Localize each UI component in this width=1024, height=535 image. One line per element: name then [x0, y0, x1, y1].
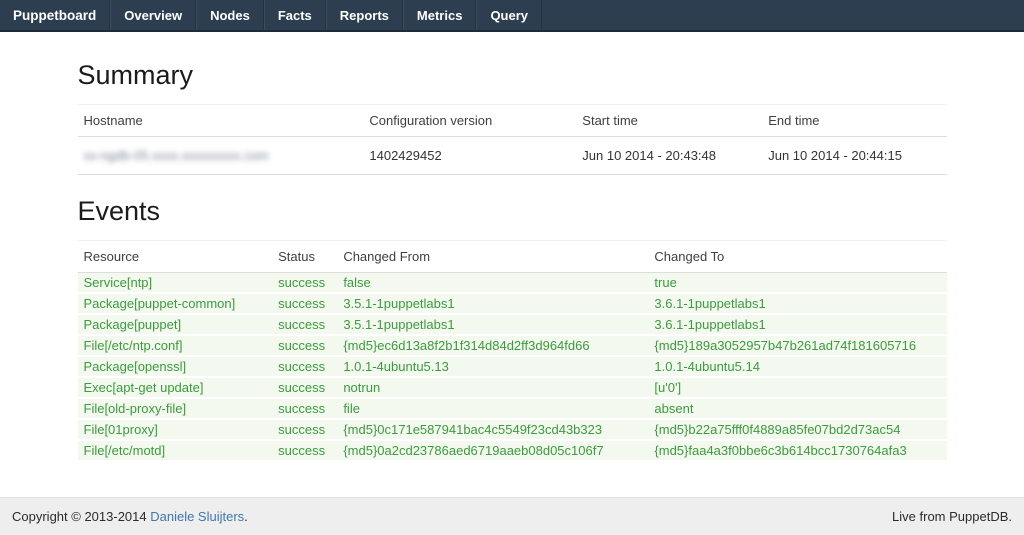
brand-puppetboard[interactable]: Puppetboard [0, 0, 110, 30]
nav-item-link[interactable]: Metrics [403, 0, 477, 30]
footer: Copyright © 2013-2014 Daniele Sluijters.… [0, 497, 1024, 535]
summary-hostname-cell: xx-ngdb-05.xxxx.xxxxxxxxx.com [78, 137, 364, 175]
nav-item[interactable]: Query [476, 0, 542, 30]
nav-item-link[interactable]: Nodes [196, 0, 264, 30]
nav-item[interactable]: Metrics [403, 0, 477, 30]
event-changed-to: {md5}b22a75fff0f4889a85fe07bd2d73ac54 [648, 419, 946, 440]
event-changed-from: {md5}0a2cd23786aed6719aaeb08d05c106f7 [337, 440, 648, 461]
event-status: success [272, 314, 337, 335]
event-row: Package[openssl] success 1.0.1-4ubuntu5.… [78, 356, 947, 377]
events-header-row: Resource Status Changed From Changed To [78, 241, 947, 273]
hostname-link-redacted[interactable]: xx-ngdb-05.xxxx.xxxxxxxxx.com [84, 148, 269, 163]
author-link[interactable]: Daniele Sluijters [150, 509, 244, 524]
nav-item[interactable]: Reports [326, 0, 403, 30]
events-col-changed-to: Changed To [648, 241, 946, 273]
event-resource: File[/etc/motd] [78, 440, 273, 461]
event-changed-from: 3.5.1-1puppetlabs1 [337, 293, 648, 314]
event-changed-from: {md5}ec6d13a8f2b1f314d84d2ff3d964fd66 [337, 335, 648, 356]
nav-item[interactable]: Overview [110, 0, 196, 30]
event-row: File[01proxy] success {md5}0c171e587941b… [78, 419, 947, 440]
event-changed-from: notrun [337, 377, 648, 398]
summary-start-time: Jun 10 2014 - 20:43:48 [576, 137, 762, 175]
copyright-prefix: Copyright © 2013-2014 [12, 509, 150, 524]
event-row: Package[puppet] success 3.5.1-1puppetlab… [78, 314, 947, 335]
copyright-suffix: . [244, 509, 248, 524]
copyright-text: Copyright © 2013-2014 Daniele Sluijters. [12, 509, 248, 524]
events-rows: Service[ntp] success false true Package[… [78, 273, 947, 462]
summary-col-configuration-version: Configuration version [363, 105, 576, 137]
event-status: success [272, 273, 337, 294]
event-resource: Package[openssl] [78, 356, 273, 377]
nav-item-link[interactable]: Query [476, 0, 542, 30]
event-row: Exec[apt-get update] success notrun [u'0… [78, 377, 947, 398]
summary-configuration-version: 1402429452 [363, 137, 576, 175]
nav-item[interactable]: Facts [264, 0, 326, 30]
summary-col-end-time: End time [762, 105, 946, 137]
summary-col-hostname: Hostname [78, 105, 364, 137]
event-changed-to: 3.6.1-1puppetlabs1 [648, 293, 946, 314]
event-resource: File[old-proxy-file] [78, 398, 273, 419]
summary-table: Hostname Configuration version Start tim… [78, 104, 947, 175]
summary-header-row: Hostname Configuration version Start tim… [78, 105, 947, 137]
event-changed-to: 1.0.1-4ubuntu5.14 [648, 356, 946, 377]
event-changed-to: {md5}189a3052957b47b261ad74f181605716 [648, 335, 946, 356]
event-changed-from: file [337, 398, 648, 419]
events-col-resource: Resource [78, 241, 273, 273]
events-title: Events [78, 196, 947, 227]
event-status: success [272, 377, 337, 398]
main-content: Summary Hostname Configuration version S… [78, 60, 947, 462]
event-changed-from: false [337, 273, 648, 294]
event-status: success [272, 398, 337, 419]
event-status: success [272, 335, 337, 356]
summary-title: Summary [78, 60, 947, 91]
event-row: Package[puppet-common] success 3.5.1-1pu… [78, 293, 947, 314]
navbar: Puppetboard Overview Nodes Facts Reports… [0, 0, 1024, 32]
event-row: File[/etc/motd] success {md5}0a2cd23786a… [78, 440, 947, 461]
event-row: Service[ntp] success false true [78, 273, 947, 294]
event-resource: Exec[apt-get update] [78, 377, 273, 398]
event-row: File[old-proxy-file] success file absent [78, 398, 947, 419]
summary-col-start-time: Start time [576, 105, 762, 137]
event-resource: Package[puppet-common] [78, 293, 273, 314]
events-col-changed-from: Changed From [337, 241, 648, 273]
event-changed-to: [u'0'] [648, 377, 946, 398]
nav-item[interactable]: Nodes [196, 0, 264, 30]
event-changed-from: {md5}0c171e587941bac4c5549f23cd43b323 [337, 419, 648, 440]
event-changed-to: {md5}faa4a3f0bbe6c3b614bcc1730764afa3 [648, 440, 946, 461]
nav-item-link[interactable]: Overview [110, 0, 196, 30]
event-status: success [272, 440, 337, 461]
event-resource: File[01proxy] [78, 419, 273, 440]
event-row: File[/etc/ntp.conf] success {md5}ec6d13a… [78, 335, 947, 356]
event-resource: Service[ntp] [78, 273, 273, 294]
events-col-status: Status [272, 241, 337, 273]
nav-item-link[interactable]: Reports [326, 0, 403, 30]
event-resource: Package[puppet] [78, 314, 273, 335]
event-status: success [272, 419, 337, 440]
nav-item-link[interactable]: Facts [264, 0, 326, 30]
summary-row: xx-ngdb-05.xxxx.xxxxxxxxx.com 1402429452… [78, 137, 947, 175]
event-changed-from: 1.0.1-4ubuntu5.13 [337, 356, 648, 377]
event-changed-to: absent [648, 398, 946, 419]
nav-items: Overview Nodes Facts Reports Metrics Que… [110, 0, 542, 30]
event-changed-to: 3.6.1-1puppetlabs1 [648, 314, 946, 335]
event-resource: File[/etc/ntp.conf] [78, 335, 273, 356]
events-table: Resource Status Changed From Changed To … [78, 240, 947, 462]
event-changed-to: true [648, 273, 946, 294]
event-changed-from: 3.5.1-1puppetlabs1 [337, 314, 648, 335]
event-status: success [272, 356, 337, 377]
puppetdb-status: Live from PuppetDB. [892, 509, 1012, 524]
event-status: success [272, 293, 337, 314]
summary-end-time: Jun 10 2014 - 20:44:15 [762, 137, 946, 175]
